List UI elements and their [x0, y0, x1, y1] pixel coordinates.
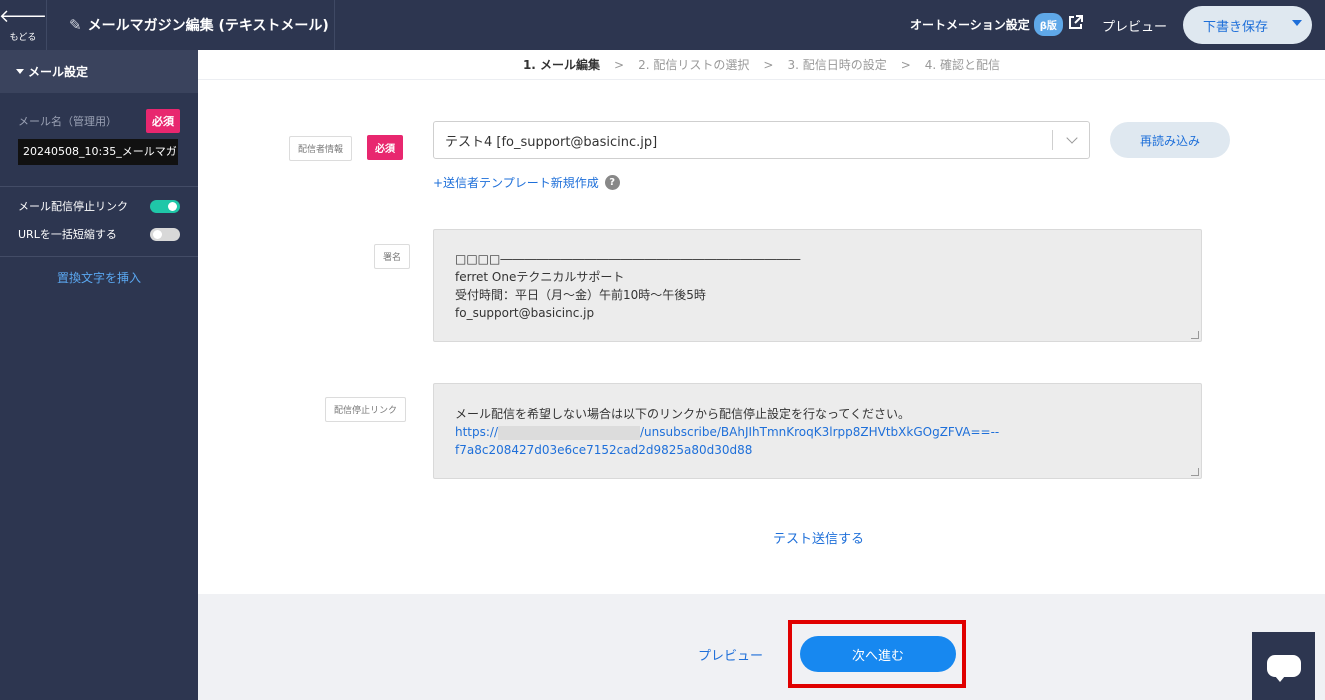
resize-handle[interactable] — [1191, 468, 1199, 476]
url-shorten-toggle-row: URLを一括短縮する — [0, 220, 198, 248]
top-header: 🡐 もどる ✎ メールマガジン編集 (テキストメール) オートメーション設定 β… — [0, 0, 1325, 50]
sender-info-label: 配信者情報 — [289, 136, 353, 161]
unsubscribe-link-toggle[interactable] — [150, 199, 180, 213]
page-title-area: ✎ メールマガジン編集 (テキストメール) — [46, 0, 335, 50]
save-draft-label: 下書き保存 — [1203, 19, 1269, 35]
unsubscribe-text: メール配信を希望しない場合は以下のリンクから配信停止設定を行なってください。 — [455, 407, 911, 421]
signature-textarea[interactable]: □□□□――――――――――――――――――――――――― ferret One… — [433, 229, 1202, 342]
signature-line: □□□□――――――――――――――――――――――――― — [455, 252, 801, 266]
back-button[interactable]: 🡐 もどる — [0, 0, 48, 50]
signature-line: fo_support@basicinc.jp — [455, 306, 595, 320]
new-sender-template-label: +送信者テンプレート新規作成 — [433, 176, 599, 190]
sender-select-value: テスト4 [fo_support@basicinc.jp] — [445, 134, 658, 150]
unsubscribe-url-suffix: /unsubscribe/BAhJIhTmnKroqK3lrpp8ZHVtbXk… — [640, 425, 1000, 439]
external-link-icon[interactable] — [1067, 14, 1084, 36]
step-4: 4. 確認と配信 — [924, 58, 1001, 72]
beta-badge: β版 — [1033, 13, 1063, 36]
chat-icon — [1266, 655, 1301, 682]
automation-settings[interactable]: オートメーション設定 β版 — [910, 13, 1084, 36]
signature-line: ferret Oneテクニカルサポート — [455, 270, 625, 284]
step-separator: > — [900, 57, 911, 72]
step-1: 1. メール編集 — [522, 58, 601, 72]
signature-label: 署名 — [374, 244, 411, 269]
sidebar-section-title: メール設定 — [28, 65, 89, 79]
mail-name-section: メール名（管理用） 必須 20240508_10:35_メールマガ — [0, 93, 198, 165]
preview-button-footer[interactable]: プレビュー — [698, 645, 763, 664]
redacted-domain — [498, 425, 641, 440]
caret-down-icon — [16, 69, 24, 74]
footer-bar: プレビュー 次へ進む — [198, 594, 1325, 700]
save-draft-button[interactable]: 下書き保存 — [1183, 6, 1312, 44]
reload-button[interactable]: 再読み込み — [1110, 122, 1230, 158]
unsubscribe-link-label: 配信停止リンク — [325, 397, 407, 422]
step-separator: > — [763, 57, 774, 72]
sender-select[interactable]: テスト4 [fo_support@basicinc.jp] — [433, 121, 1090, 159]
sidebar: メール設定 メール名（管理用） 必須 20240508_10:35_メールマガ … — [0, 50, 198, 700]
test-send-link[interactable]: テスト送信する — [773, 528, 864, 547]
unsubscribe-url: https:// /unsubscribe/BAhJIhTmnKroqK3lrpp… — [455, 423, 1180, 441]
arrow-left-icon: 🡐 — [0, 5, 48, 27]
required-badge: 必須 — [367, 135, 403, 160]
sidebar-section-header[interactable]: メール設定 — [0, 50, 198, 93]
unsubscribe-url-prefix: https:// — [455, 425, 499, 439]
unsubscribe-textarea[interactable]: メール配信を希望しない場合は以下のリンクから配信停止設定を行なってください。 h… — [433, 383, 1202, 479]
back-label: もどる — [9, 32, 37, 43]
insert-replacement-text-link[interactable]: 置換文字を挿入 — [0, 269, 198, 286]
unsubscribe-url-line2: f7a8c208427d03e6ce7152cad2d9825a80d30d88 — [455, 443, 753, 457]
next-button[interactable]: 次へ進む — [800, 636, 956, 672]
unsubscribe-link-toggle-row: メール配信停止リンク — [0, 192, 198, 220]
mail-name-input[interactable]: 20240508_10:35_メールマガ — [18, 139, 178, 165]
unsubscribe-link-label: メール配信停止リンク — [18, 200, 128, 213]
page-title: メールマガジン編集 (テキストメール) — [87, 18, 329, 34]
pencil-icon: ✎ — [69, 16, 82, 34]
help-icon[interactable]: ? — [604, 175, 620, 190]
new-sender-template-link[interactable]: +送信者テンプレート新規作成 ? — [433, 174, 620, 191]
preview-button-header[interactable]: プレビュー — [1102, 16, 1167, 35]
step-indicator: 1. メール編集 > 2. 配信リストの選択 > 3. 配信日時の設定 > 4.… — [198, 50, 1325, 80]
step-3: 3. 配信日時の設定 — [787, 58, 887, 72]
main-form: 配信者情報 必須 テスト4 [fo_support@basicinc.jp] 再… — [198, 80, 1325, 594]
resize-handle[interactable] — [1191, 331, 1199, 339]
mail-name-label: メール名（管理用） — [18, 115, 117, 128]
automation-label: オートメーション設定 — [910, 18, 1030, 32]
chevron-down-icon[interactable] — [1292, 20, 1302, 26]
step-2: 2. 配信リストの選択 — [638, 58, 750, 72]
step-separator: > — [614, 57, 625, 72]
signature-line: 受付時間：平日（月～金）午前10時～午後5時 — [455, 288, 706, 302]
chevron-down-icon[interactable] — [1066, 132, 1078, 144]
url-shorten-label: URLを一括短縮する — [18, 228, 117, 241]
sidebar-divider — [0, 256, 198, 257]
required-badge: 必須 — [146, 109, 180, 133]
url-shorten-toggle[interactable] — [150, 227, 180, 241]
chat-widget-button[interactable] — [1252, 632, 1315, 700]
